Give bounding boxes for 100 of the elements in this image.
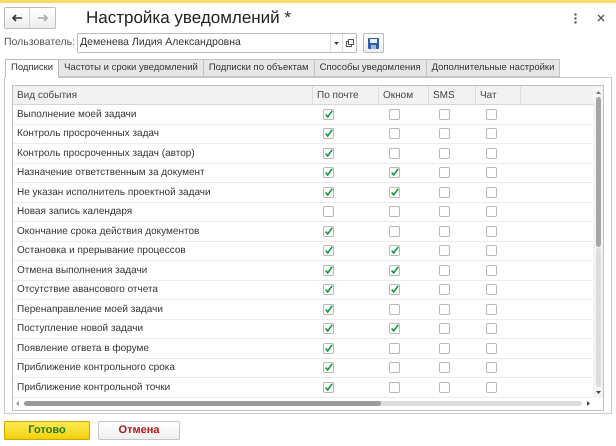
done-button[interactable]: Готово xyxy=(4,421,90,440)
table-cell-text: Приближение контрольной точки xyxy=(16,380,172,395)
scroll-down-icon[interactable] xyxy=(596,390,600,394)
checkmark-icon xyxy=(390,167,399,178)
checkbox[interactable] xyxy=(323,128,334,140)
checkbox[interactable] xyxy=(323,206,334,218)
scroll-left-icon[interactable] xyxy=(16,401,19,406)
checkbox[interactable] xyxy=(486,342,497,354)
checkbox[interactable] xyxy=(323,226,334,237)
checkbox[interactable] xyxy=(439,245,450,256)
column-header[interactable]: Вид события xyxy=(13,86,313,104)
checkbox[interactable] xyxy=(439,206,450,218)
checkbox[interactable] xyxy=(323,342,334,354)
checkbox[interactable] xyxy=(323,284,334,296)
checkbox[interactable] xyxy=(439,108,450,120)
checkbox[interactable] xyxy=(389,264,400,276)
checkbox[interactable] xyxy=(486,108,497,120)
checkbox[interactable] xyxy=(439,304,450,315)
checkbox[interactable] xyxy=(389,128,400,140)
checkbox[interactable] xyxy=(389,148,400,159)
checkmark-icon xyxy=(390,264,399,276)
checkmark-icon xyxy=(324,284,333,296)
user-field[interactable]: Деменева Лидия Александровна xyxy=(77,33,358,53)
table-cell-text: Отмена выполнения задачи xyxy=(16,264,148,278)
scroll-up-icon[interactable] xyxy=(596,91,600,94)
window-title: Настройка уведомлений * xyxy=(86,7,291,30)
checkmark-icon xyxy=(390,245,399,256)
checkbox[interactable] xyxy=(323,108,334,120)
tab[interactable]: Частоты и сроки уведомлений xyxy=(58,59,204,77)
checkbox[interactable] xyxy=(439,323,450,334)
checkbox[interactable] xyxy=(389,382,400,393)
checkbox[interactable] xyxy=(486,284,497,296)
checkbox[interactable] xyxy=(389,186,400,198)
checkbox[interactable] xyxy=(389,362,400,374)
save-button[interactable] xyxy=(363,33,384,53)
checkbox[interactable] xyxy=(323,323,334,334)
checkmark-icon xyxy=(324,186,333,198)
checkbox[interactable] xyxy=(439,264,450,276)
checkbox[interactable] xyxy=(439,148,450,159)
cancel-button[interactable]: Отмена xyxy=(98,421,180,440)
checkbox[interactable] xyxy=(439,362,450,374)
checkbox[interactable] xyxy=(486,323,497,334)
checkmark-icon xyxy=(324,108,333,120)
table-cell-text: Новая запись календаря xyxy=(16,205,134,220)
checkmark-icon xyxy=(324,264,333,276)
checkbox[interactable] xyxy=(323,382,334,393)
column-header[interactable]: По почте xyxy=(313,86,379,104)
checkbox[interactable] xyxy=(389,342,400,354)
checkmark-icon xyxy=(324,245,333,256)
checkbox[interactable] xyxy=(389,206,400,218)
column-header[interactable]: SMS xyxy=(429,86,476,104)
checkbox[interactable] xyxy=(486,128,497,140)
checkbox[interactable] xyxy=(323,186,334,198)
checkbox[interactable] xyxy=(486,206,497,218)
open-icon[interactable] xyxy=(342,34,356,52)
column-header[interactable]: Окном xyxy=(379,86,429,104)
checkbox[interactable] xyxy=(439,226,450,237)
tab[interactable]: Способы уведомления xyxy=(314,59,427,77)
checkbox[interactable] xyxy=(439,167,450,178)
checkbox[interactable] xyxy=(389,323,400,334)
checkbox[interactable] xyxy=(486,245,497,256)
checkbox[interactable] xyxy=(323,304,334,315)
checkbox[interactable] xyxy=(323,148,334,159)
more-icon xyxy=(574,12,576,24)
checkbox[interactable] xyxy=(486,382,497,393)
checkbox[interactable] xyxy=(486,148,497,159)
tab[interactable]: Дополнительные настройки xyxy=(426,59,560,77)
checkbox[interactable] xyxy=(389,245,400,256)
checkbox[interactable] xyxy=(486,167,497,178)
checkbox[interactable] xyxy=(323,167,334,178)
checkbox[interactable] xyxy=(439,284,450,296)
checkbox[interactable] xyxy=(486,264,497,276)
table-cell-text: Перенаправление моей задачи xyxy=(16,302,164,317)
checkbox[interactable] xyxy=(486,362,497,374)
checkbox[interactable] xyxy=(439,342,450,354)
checkbox[interactable] xyxy=(323,245,334,256)
checkbox[interactable] xyxy=(439,186,450,198)
table-cell-text: Контроль просроченных задач (автор) xyxy=(16,146,196,161)
vertical-scrollbar[interactable] xyxy=(593,86,603,398)
forward-arrow-icon xyxy=(36,14,48,22)
column-header[interactable]: Чат xyxy=(476,86,521,104)
checkbox[interactable] xyxy=(389,284,400,296)
checkmark-icon xyxy=(324,128,333,140)
checkmark-icon xyxy=(324,148,333,159)
checkbox[interactable] xyxy=(323,264,334,276)
checkbox[interactable] xyxy=(389,167,400,178)
checkbox[interactable] xyxy=(486,304,497,315)
table-cell-text: Контроль просроченных задач xyxy=(16,127,160,142)
checkbox[interactable] xyxy=(389,226,400,237)
tab[interactable]: Подписки по объектам xyxy=(202,59,315,77)
checkbox[interactable] xyxy=(389,304,400,315)
checkbox[interactable] xyxy=(323,362,334,374)
checkbox[interactable] xyxy=(439,128,450,140)
checkbox[interactable] xyxy=(389,108,400,120)
checkbox[interactable] xyxy=(439,382,450,393)
scroll-right-icon[interactable] xyxy=(587,401,590,406)
tab[interactable]: Подписки xyxy=(5,59,60,78)
checkbox[interactable] xyxy=(486,226,497,237)
checkbox[interactable] xyxy=(486,186,497,198)
table-cell-text: Поступление новой задачи xyxy=(16,322,144,336)
